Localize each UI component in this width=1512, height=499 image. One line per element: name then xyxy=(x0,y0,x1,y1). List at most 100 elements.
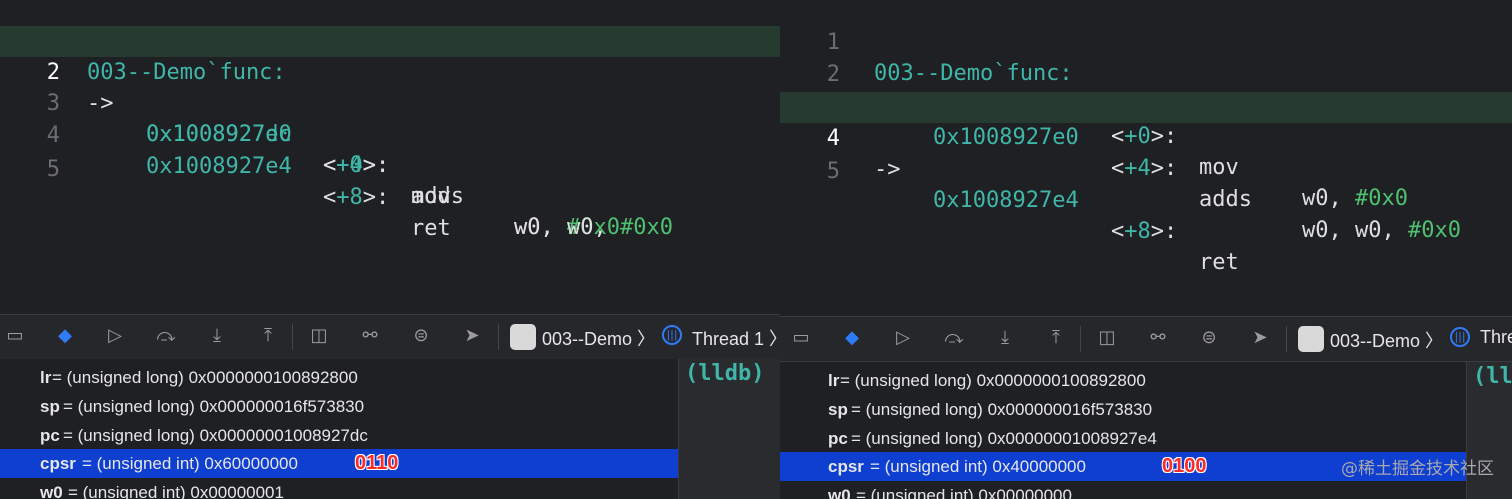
code-line-3[interactable]: 3 0x1008927e0 <+4>: adds w0, w0, #0x0 xyxy=(0,57,780,240)
code-line-1[interactable]: 1 003--Demo`func: xyxy=(0,0,780,85)
step-over-icon[interactable]: ⤼ xyxy=(943,327,965,349)
instruction-operands: w0, w0, #0x0 xyxy=(514,215,673,240)
view-hierarchy-icon[interactable]: ◫ xyxy=(1096,327,1118,349)
variable-name: w0 xyxy=(40,483,63,499)
environment-overrides-icon[interactable]: ⊜ xyxy=(1198,327,1220,349)
continue-icon[interactable]: ▷ xyxy=(892,327,914,349)
variable-value: = (unsigned long) 0x0000000100892800 xyxy=(840,371,1146,390)
toolbar-divider xyxy=(292,324,293,350)
lldb-prompt: (ll xyxy=(1473,364,1512,389)
debug-toolbar: ▭ ◆ ▷ ⤼ ⤓ ⤒ ◫ ⚯ ⊜ ➤ 003--Demo 〉 ||| Thre xyxy=(780,316,1512,362)
step-over-icon[interactable]: ⤼ xyxy=(155,325,177,347)
app-icon xyxy=(510,324,536,350)
memory-graph-icon[interactable]: ⚯ xyxy=(359,325,381,347)
line-number: 5 xyxy=(826,159,840,184)
variable-value: = (unsigned int) 0x40000000 xyxy=(870,457,1086,476)
variable-value: = (unsigned long) 0x00000001008927dc xyxy=(63,426,368,445)
instruction-offset: <+8>: xyxy=(323,185,390,210)
variable-value: = (unsigned int) 0x00000001 xyxy=(68,483,284,499)
nzcv-annotation: 0110 xyxy=(355,452,399,474)
variable-value: = (unsigned long) 0x00000001008927e4 xyxy=(851,429,1157,448)
code-line-2[interactable]: 2 0x1008927dc <+0>: mov w0, #0x0 xyxy=(780,28,1512,211)
toggle-console-icon[interactable]: ▭ xyxy=(790,327,812,349)
step-out-icon[interactable]: ⤒ xyxy=(1045,327,1067,349)
watermark: @稀土掘金技术社区 xyxy=(1341,459,1494,479)
app-icon xyxy=(1298,326,1324,352)
code-line-4-current[interactable]: 4 -> 0x1008927e4 <+8>: ret xyxy=(780,92,1512,275)
code-line-5[interactable]: 5 xyxy=(780,125,1512,184)
environment-overrides-icon[interactable]: ⊜ xyxy=(410,325,432,347)
variable-row[interactable]: lr = (unsigned long) 0x0000000100892800 xyxy=(780,366,1466,395)
variable-name: cpsr xyxy=(828,457,864,476)
variable-name: lr xyxy=(828,371,840,390)
variable-row[interactable]: lr = (unsigned long) 0x0000000100892800 xyxy=(0,363,678,392)
code-line-5[interactable]: 5 xyxy=(0,123,780,182)
variables-view: lr = (unsigned long) 0x0000000100892800 … xyxy=(0,359,678,499)
instruction-offset: <+4>: xyxy=(323,153,390,178)
code-line-4[interactable]: 4 0x1008927e4 <+8>: ret xyxy=(0,89,780,241)
right-debug-pane: 1 003--Demo`func: 2 0x1008927dc <+0>: mo… xyxy=(780,0,1512,499)
instruction-offset: <+8>: xyxy=(1111,219,1178,244)
toolbar-divider xyxy=(1286,326,1287,352)
variable-name: pc xyxy=(828,429,848,448)
toggle-console-icon[interactable]: ▭ xyxy=(4,325,26,347)
variable-row[interactable]: w0 = (unsigned int) 0x00000000 xyxy=(780,481,1466,499)
instruction-address: 0x1008927e4 xyxy=(933,188,1079,213)
variable-row[interactable]: w0 = (unsigned int) 0x00000001 xyxy=(0,478,678,499)
instruction-mnemonic: mov xyxy=(1199,155,1239,180)
line-number: 5 xyxy=(46,157,60,182)
variable-value: = (unsigned int) 0x00000000 xyxy=(856,486,1072,499)
memory-graph-icon[interactable]: ⚯ xyxy=(1147,327,1169,349)
pc-arrow: -> xyxy=(874,157,901,182)
process-crumb[interactable]: 003--Demo 〉 xyxy=(1330,327,1443,353)
variable-name: lr xyxy=(40,368,52,387)
continue-icon[interactable]: ▷ xyxy=(104,325,126,347)
simulate-location-icon[interactable]: ➤ xyxy=(461,325,483,347)
debug-toolbar: ▭ ◆ ▷ ⤼ ⤓ ⤒ ◫ ⚯ ⊜ ➤ 003--Demo 〉 ||| Thre… xyxy=(0,314,780,360)
variable-name: sp xyxy=(828,400,848,419)
disassembly-editor[interactable]: 1 003--Demo`func: 2 0x1008927dc <+0>: mo… xyxy=(780,0,1512,314)
process-crumb[interactable]: 003--Demo 〉 xyxy=(542,325,655,351)
thread-crumb[interactable]: Thre xyxy=(1480,327,1512,348)
variable-name: w0 xyxy=(828,486,851,499)
lldb-console[interactable]: (lldb) xyxy=(678,359,780,499)
view-hierarchy-icon[interactable]: ◫ xyxy=(308,325,330,347)
code-line-1[interactable]: 1 003--Demo`func: xyxy=(780,0,1512,86)
step-into-icon[interactable]: ⤓ xyxy=(994,327,1016,349)
disassembly-editor[interactable]: 1 003--Demo`func: 2 -> 0x1008927dc <+0>:… xyxy=(0,0,780,314)
step-out-icon[interactable]: ⤒ xyxy=(257,325,279,347)
instruction-offset: <+4>: xyxy=(1111,156,1178,181)
variable-value: = (unsigned long) 0x000000016f573830 xyxy=(63,397,365,416)
variable-row-selected[interactable]: cpsr = (unsigned int) 0x60000000 0110 xyxy=(0,449,678,478)
step-into-icon[interactable]: ⤓ xyxy=(206,325,228,347)
variable-value: = (unsigned long) 0x0000000100892800 xyxy=(52,368,358,387)
thread-icon: ||| xyxy=(1450,327,1470,347)
variable-value: = (unsigned int) 0x60000000 xyxy=(82,454,298,473)
variable-row[interactable]: sp = (unsigned long) 0x000000016f573830 xyxy=(780,395,1466,424)
lldb-prompt: (lldb) xyxy=(685,361,765,386)
instruction-mnemonic: adds xyxy=(1199,187,1252,212)
variable-name: cpsr xyxy=(40,454,76,473)
instruction-mnemonic: adds xyxy=(411,184,464,209)
toolbar-divider xyxy=(498,324,499,350)
thread-crumb[interactable]: Thread 1 〉 xyxy=(692,325,780,351)
code-line-2-current[interactable]: 2 -> 0x1008927dc <+0>: mov w0, #0x0 xyxy=(0,26,780,240)
left-debug-pane: 1 003--Demo`func: 2 -> 0x1008927dc <+0>:… xyxy=(0,0,780,499)
instruction-mnemonic: ret xyxy=(411,216,451,241)
variable-name: pc xyxy=(40,426,60,445)
variable-row[interactable]: pc = (unsigned long) 0x00000001008927e4 xyxy=(780,424,1466,453)
simulate-location-icon[interactable]: ➤ xyxy=(1249,327,1271,349)
nzcv-annotation: 0100 xyxy=(1162,455,1207,477)
instruction-mnemonic: ret xyxy=(1199,250,1239,275)
breakpoints-toggle-icon[interactable]: ◆ xyxy=(841,327,863,349)
toolbar-divider xyxy=(1080,326,1081,352)
variable-row[interactable]: sp = (unsigned long) 0x000000016f573830 xyxy=(0,392,678,421)
instruction-address: 0x1008927e4 xyxy=(146,154,292,179)
variable-row[interactable]: pc = (unsigned long) 0x00000001008927dc xyxy=(0,421,678,450)
instruction-operands: w0, w0, #0x0 xyxy=(1302,218,1461,243)
code-line-3[interactable]: 3 0x1008927e0 <+4>: adds w0, w0, #0x0 xyxy=(780,60,1512,243)
variable-value: = (unsigned long) 0x000000016f573830 xyxy=(851,400,1153,419)
thread-icon: ||| xyxy=(662,325,682,345)
breakpoints-toggle-icon[interactable]: ◆ xyxy=(54,325,76,347)
instruction-operands: w0, #0x0 xyxy=(1302,186,1408,211)
